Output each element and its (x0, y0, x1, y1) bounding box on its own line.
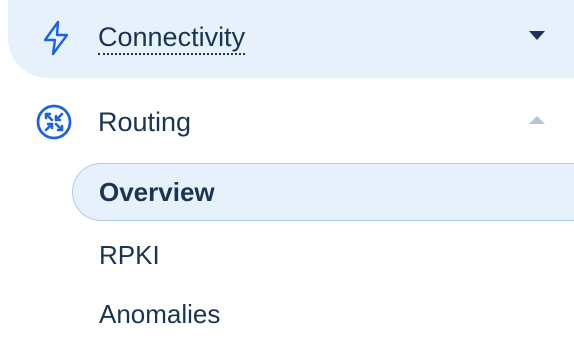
sidebar-subitem-anomalies[interactable]: Anomalies (72, 285, 574, 342)
chevron-down-icon[interactable] (529, 31, 545, 40)
routing-arrows-icon (36, 104, 72, 140)
subitem-label: RPKI (99, 240, 160, 270)
chevron-up-icon[interactable] (529, 116, 545, 124)
subitem-label: Overview (99, 177, 215, 207)
subitem-label: Anomalies (99, 299, 221, 329)
sidebar-item-label: Connectivity (98, 24, 246, 55)
sidebar-subitem-rpki[interactable]: RPKI (72, 226, 574, 284)
sidebar-item-routing[interactable]: Routing (0, 84, 574, 160)
lightning-bolt-icon (43, 20, 69, 56)
sidebar-item-connectivity[interactable]: Connectivity (8, 0, 574, 78)
sidebar-item-label: Routing (98, 107, 192, 137)
sidebar-subitem-overview[interactable]: Overview (72, 163, 574, 221)
sidebar-nav: Connectivity Routing Overview RPKI Anoma… (0, 0, 574, 342)
